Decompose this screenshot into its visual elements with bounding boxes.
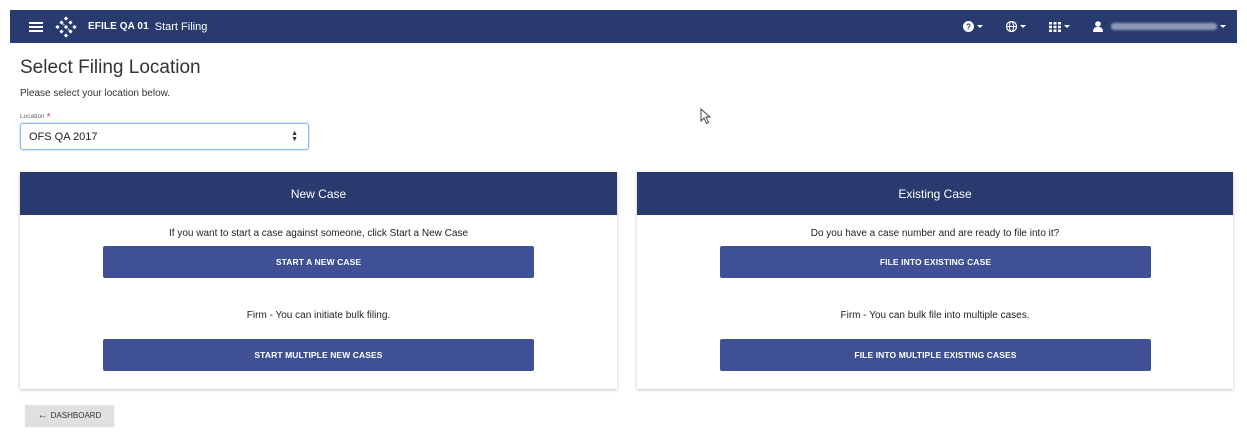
bulk-filing-message: Firm - You can initiate bulk filing. <box>246 310 391 321</box>
globe-icon <box>1006 21 1017 32</box>
chevron-down-icon <box>1064 25 1070 28</box>
hamburger-menu-icon[interactable] <box>29 21 43 32</box>
svg-text:?: ? <box>966 23 971 32</box>
file-into-multiple-existing-cases-button[interactable]: FILE INTO MULTIPLE EXISTING CASES <box>720 339 1151 371</box>
page-title-nav: Start Filing <box>154 20 208 33</box>
page-subtitle: Please select your location below. <box>20 88 171 99</box>
mouse-cursor-icon <box>700 108 712 125</box>
brand-name: EFILE QA 01 <box>88 21 149 32</box>
help-icon: ? <box>963 21 974 32</box>
start-multiple-new-cases-button[interactable]: START MULTIPLE NEW CASES <box>103 339 534 371</box>
top-navbar: EFILE QA 01 Start Filing ? <box>10 10 1237 43</box>
location-label-text: Location <box>20 113 45 120</box>
language-menu[interactable] <box>1006 21 1026 32</box>
new-case-header: New Case <box>20 172 617 215</box>
file-into-existing-case-button[interactable]: FILE INTO EXISTING CASE <box>720 246 1151 278</box>
start-new-case-button[interactable]: START A NEW CASE <box>103 246 534 278</box>
app-logo-icon <box>55 15 77 38</box>
new-case-message: If you want to start a case against some… <box>168 228 469 239</box>
apps-menu[interactable] <box>1049 21 1070 32</box>
dashboard-label: DASHBOARD <box>50 411 102 420</box>
bulk-file-message: Firm - You can bulk file into multiple c… <box>840 310 1030 321</box>
location-select[interactable]: OFS QA 2017 ▲ ▼ <box>20 123 309 150</box>
existing-case-card: Existing Case Do you have a case number … <box>637 172 1233 389</box>
help-menu[interactable]: ? <box>963 21 983 32</box>
location-label: Location * <box>20 112 50 123</box>
chevron-down-icon <box>1020 25 1026 28</box>
location-select-value: OFS QA 2017 <box>29 130 98 143</box>
existing-case-message: Do you have a case number and are ready … <box>810 228 1060 239</box>
page-title: Select Filing Location <box>20 57 201 78</box>
existing-case-header: Existing Case <box>637 172 1233 215</box>
apps-grid-icon <box>1049 21 1061 32</box>
new-case-card: New Case If you want to start a case aga… <box>20 172 617 389</box>
select-arrows-icon: ▲ ▼ <box>291 130 298 143</box>
user-icon <box>1093 21 1103 32</box>
user-menu[interactable] <box>1093 21 1226 32</box>
chevron-down-icon <box>977 25 983 28</box>
dashboard-button[interactable]: ← DASHBOARD <box>25 405 114 426</box>
arrow-left-icon: ← <box>37 410 48 421</box>
chevron-down-icon <box>1220 25 1226 28</box>
user-name-redacted <box>1111 23 1217 30</box>
required-asterisk: * <box>46 112 51 123</box>
